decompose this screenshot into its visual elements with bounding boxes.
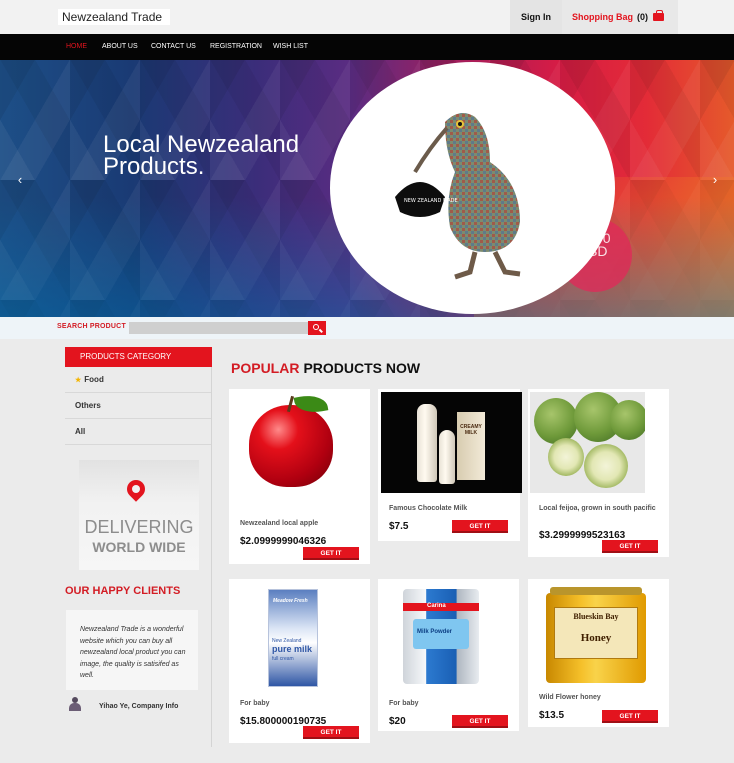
delivering-line2: WORLD WIDE (92, 539, 186, 555)
product-name: Local feijoa, grown in south pacific (539, 505, 656, 512)
search-bar: SEARCH PRODUCT (0, 317, 734, 339)
get-it-button[interactable]: GET IT (602, 710, 658, 723)
honey-brand: Blueskin Bay (573, 612, 619, 621)
product-name: For baby (240, 700, 270, 707)
nav-contact-us[interactable]: CONTACT US (151, 34, 196, 60)
map-pin-icon (123, 476, 149, 502)
get-it-button[interactable]: GET IT (452, 715, 508, 728)
get-it-button[interactable]: GET IT (452, 520, 508, 533)
baby-box-line2: pure milk (272, 644, 313, 654)
search-icon (313, 324, 319, 330)
delivering-worldwide-banner: DELIVERING WORLD WIDE (79, 460, 199, 570)
hero-prev-arrow[interactable]: ‹ (12, 172, 28, 188)
tin-brand: Carina (427, 603, 446, 609)
client-name: Yihao Ye, Company Info (99, 703, 179, 710)
star-icon: ★ (75, 377, 82, 384)
client-avatar-icon (68, 697, 82, 711)
hero-next-arrow[interactable]: › (707, 172, 723, 188)
honey-word: Honey (580, 632, 612, 644)
product-name: Newzealand local apple (240, 520, 319, 527)
product-image-feijoa[interactable] (530, 392, 645, 493)
product-name: Famous Chocolate Milk (389, 505, 468, 512)
hero-banner: Local Newzealand Products. ct 0 SD NEW Z… (0, 60, 734, 317)
sidebar-divider (211, 367, 212, 747)
product-price: $20 (389, 716, 406, 727)
search-input[interactable] (129, 322, 308, 334)
happy-clients-title: OUR HAPPY CLIENTS (65, 585, 181, 597)
sign-in-link[interactable]: Sign In (510, 0, 562, 34)
product-card-honey[interactable]: Blueskin Bay Honey Wild Flower honey $13… (528, 579, 669, 727)
milk-box-text: CREAMY MILK (460, 424, 482, 436)
site-logo[interactable]: Newzealand Trade (58, 9, 171, 25)
nav-about-us[interactable]: ABOUT US (102, 34, 138, 60)
product-card-chocolate-milk[interactable]: CREAMY MILK Famous Chocolate Milk $7.5 G… (378, 389, 522, 541)
baby-box-line3: full cream (272, 656, 294, 662)
tin-text: Milk Powder (417, 629, 453, 635)
logo-text-part1: Newzealand (62, 10, 132, 24)
baby-box-brand: Meadow Fresh (273, 598, 308, 604)
hero-title-line2: Products. (103, 153, 205, 180)
category-label: Food (84, 375, 104, 384)
top-bar: Newzealand Trade Sign In Shopping Bag (0) (0, 0, 734, 34)
search-button[interactable] (308, 321, 326, 335)
category-item-others[interactable]: Others (65, 393, 211, 419)
hero-title: Local Newzealand Products. (103, 133, 299, 180)
product-price: $13.5 (539, 710, 565, 721)
category-item-food[interactable]: ★ Food (65, 367, 211, 393)
category-item-all[interactable]: All (65, 419, 211, 445)
product-image-honey[interactable]: Blueskin Bay Honey (530, 581, 660, 685)
product-card-baby-milk[interactable]: Meadow Fresh New Zealand pure milk full … (229, 579, 370, 743)
get-it-button[interactable]: GET IT (303, 547, 359, 560)
product-image-milk-powder[interactable]: Carina Milk Powder (380, 581, 506, 689)
product-name: Wild Flower honey (539, 694, 601, 701)
nav-registration[interactable]: REGISTRATION (210, 34, 262, 60)
product-card-apple[interactable]: Newzealand local apple $2.0999999046326 … (229, 389, 370, 564)
shopping-bag-label: Shopping Bag (572, 12, 633, 22)
product-image-chocolate-milk[interactable]: CREAMY MILK (381, 392, 522, 493)
product-card-feijoa[interactable]: Local feijoa, grown in south pacific $3.… (528, 389, 669, 557)
product-image-baby-milk[interactable]: Meadow Fresh New Zealand pure milk full … (231, 581, 357, 689)
product-price: $2.0999999046326 (240, 536, 327, 547)
popular-title-rest: PRODUCTS NOW (303, 360, 421, 376)
popular-products-title: POPULAR PRODUCTS NOW (231, 360, 420, 376)
product-image-apple[interactable] (231, 391, 357, 511)
kiwi-bird-illustration: NEW ZEALAND MADE (395, 113, 521, 280)
category-header: PRODUCTS CATEGORY (65, 347, 212, 367)
product-price: $7.5 (389, 521, 409, 532)
testimonial-text: Newzealand Trade is a wonderful website … (66, 610, 198, 690)
hero-image-circle: NEW ZEALAND MADE (330, 62, 615, 314)
nav-home[interactable]: HOME (66, 34, 87, 60)
popular-title-red: POPULAR (231, 360, 300, 376)
logo-text-part2: Trade (131, 10, 163, 24)
search-label: SEARCH PRODUCT (57, 323, 126, 330)
delivering-line1: DELIVERING (84, 517, 194, 537)
product-card-milk-powder[interactable]: Carina Milk Powder For baby $20 GET IT (378, 579, 519, 731)
get-it-button[interactable]: GET IT (303, 726, 359, 739)
main-nav: HOME ABOUT US CONTACT US REGISTRATION WI… (0, 34, 734, 60)
get-it-button[interactable]: GET IT (602, 540, 658, 553)
bag-tag-text: NEW ZEALAND MADE (404, 198, 458, 204)
shopping-bag-link[interactable]: Shopping Bag (0) (562, 0, 678, 34)
product-name: For baby (389, 700, 419, 707)
nav-wish-list[interactable]: WISH LIST (273, 34, 308, 60)
shopping-bag-count: (0) (637, 12, 648, 22)
shopping-bag-icon (653, 10, 664, 21)
